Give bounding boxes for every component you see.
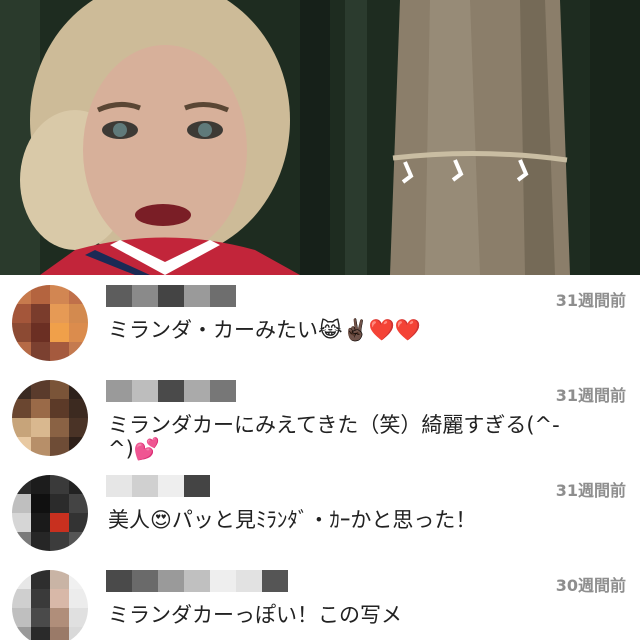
avatar[interactable] <box>12 285 88 361</box>
comment-text: ミランダ・カーみたい😹✌🏿❤️❤️ <box>108 318 421 342</box>
portrait-photo-icon <box>0 0 640 275</box>
avatar-mosaic <box>12 475 88 551</box>
comment-item[interactable]: 31週間前 ミランダカーにみえてきた（笑）綺麗すぎる(^- ^)💕 <box>0 370 640 465</box>
comment-text-line-1: ミランダカーにみえてきた（笑）綺麗すぎる(^- <box>108 413 560 437</box>
avatar[interactable] <box>12 570 88 640</box>
comment-list: 31週間前 ミランダ・カーみたい😹✌🏿❤️❤️ 31週間前 ミランダカーにみえて… <box>0 275 640 640</box>
comment-time: 31週間前 <box>555 386 626 405</box>
avatar-mosaic <box>12 380 88 456</box>
post-photo <box>0 0 640 275</box>
comment-item[interactable]: 30週間前 ミランダカーっぽい！この写メ <box>0 560 640 640</box>
username-redacted[interactable] <box>106 475 210 497</box>
avatar-mosaic <box>12 285 88 361</box>
username-redacted[interactable] <box>106 570 288 592</box>
avatar[interactable] <box>12 380 88 456</box>
username-redacted[interactable] <box>106 285 236 307</box>
comment-text: ミランダカーにみえてきた（笑）綺麗すぎる(^- ^)💕 <box>108 410 628 464</box>
comment-item[interactable]: 31週間前 美人😍パッと見ﾐﾗﾝﾀﾞ・ｶｰかと思った！ <box>0 465 640 560</box>
comment-text: ミランダカーっぽい！この写メ <box>108 603 402 627</box>
comment-time: 30週間前 <box>555 576 626 595</box>
comment-item[interactable]: 31週間前 ミランダ・カーみたい😹✌🏿❤️❤️ <box>0 275 640 370</box>
username-redacted[interactable] <box>106 380 236 402</box>
avatar[interactable] <box>12 475 88 551</box>
comment-text: 美人😍パッと見ﾐﾗﾝﾀﾞ・ｶｰかと思った！ <box>108 508 477 532</box>
comment-time: 31週間前 <box>555 481 626 500</box>
comment-time: 31週間前 <box>555 291 626 310</box>
avatar-mosaic <box>12 570 88 640</box>
